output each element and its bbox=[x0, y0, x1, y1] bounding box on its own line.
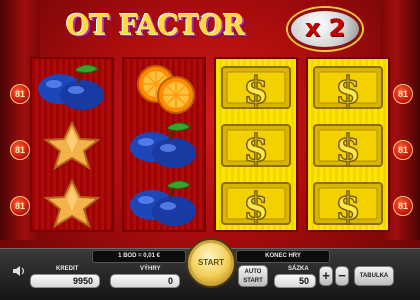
star-symbol bbox=[32, 117, 112, 174]
plums-symbol bbox=[124, 175, 204, 232]
line-marker-right-3: 81 bbox=[393, 196, 413, 216]
plums-symbol bbox=[124, 117, 204, 174]
bet-decrease-button[interactable]: − bbox=[335, 266, 349, 286]
dollar-symbol: $ bbox=[216, 59, 296, 116]
slot-game-screen: OT FACTOR x 2 81 81 81 81 81 81 $ $ $ $ … bbox=[0, 0, 420, 300]
game-logo: OT FACTOR x 2 bbox=[58, 6, 368, 50]
speaker-icon[interactable] bbox=[13, 266, 25, 276]
bet-label: SÁZKA bbox=[288, 266, 309, 272]
line-marker-left-3: 81 bbox=[10, 196, 30, 216]
credit-label: KREDIT bbox=[56, 266, 79, 272]
bet-increase-button[interactable]: + bbox=[319, 266, 333, 286]
reels-area: $ $ $ $ $ $ bbox=[30, 57, 392, 232]
denomination-info: 1 BOD = 0,01 € bbox=[92, 250, 186, 263]
win-label: VÝHRY bbox=[140, 266, 161, 272]
line-marker-left-1: 81 bbox=[10, 84, 30, 104]
star-symbol bbox=[32, 175, 112, 232]
reel-2 bbox=[122, 57, 206, 232]
svg-text:$: $ bbox=[335, 128, 360, 170]
multiplier-badge: x 2 bbox=[288, 8, 362, 50]
reel-3: $ $ $ bbox=[214, 57, 298, 232]
dollar-symbol: $ bbox=[308, 59, 388, 116]
plums-symbol bbox=[32, 59, 112, 116]
credit-value: 9950 bbox=[30, 274, 100, 288]
svg-text:$: $ bbox=[243, 70, 268, 112]
dollar-symbol: $ bbox=[216, 175, 296, 232]
autostart-label-line1: AUTO bbox=[244, 269, 262, 275]
oranges-symbol bbox=[124, 59, 204, 116]
multiplier-text: x 2 bbox=[304, 14, 346, 42]
reel-4: $ $ $ bbox=[306, 57, 390, 232]
dollar-symbol: $ bbox=[308, 175, 388, 232]
logo-title: OT FACTOR bbox=[66, 10, 246, 41]
reel-1 bbox=[30, 57, 114, 232]
svg-text:$: $ bbox=[335, 70, 360, 112]
start-button[interactable]: START bbox=[188, 240, 234, 286]
line-marker-right-1: 81 bbox=[393, 84, 413, 104]
autostart-button[interactable]: AUTO START bbox=[238, 265, 268, 287]
svg-text:$: $ bbox=[335, 186, 360, 228]
bet-value: 50 bbox=[274, 274, 316, 288]
svg-text:$: $ bbox=[243, 186, 268, 228]
dollar-symbol: $ bbox=[216, 117, 296, 174]
dollar-symbol: $ bbox=[308, 117, 388, 174]
win-value: 0 bbox=[110, 274, 180, 288]
svg-text:$: $ bbox=[243, 128, 268, 170]
line-marker-right-2: 81 bbox=[393, 140, 413, 160]
end-game-button[interactable]: KONEC HRY bbox=[236, 250, 330, 263]
line-marker-left-2: 81 bbox=[10, 140, 30, 160]
paytable-button[interactable]: TABULKA bbox=[354, 266, 394, 286]
autostart-label-line2: START bbox=[243, 278, 263, 284]
